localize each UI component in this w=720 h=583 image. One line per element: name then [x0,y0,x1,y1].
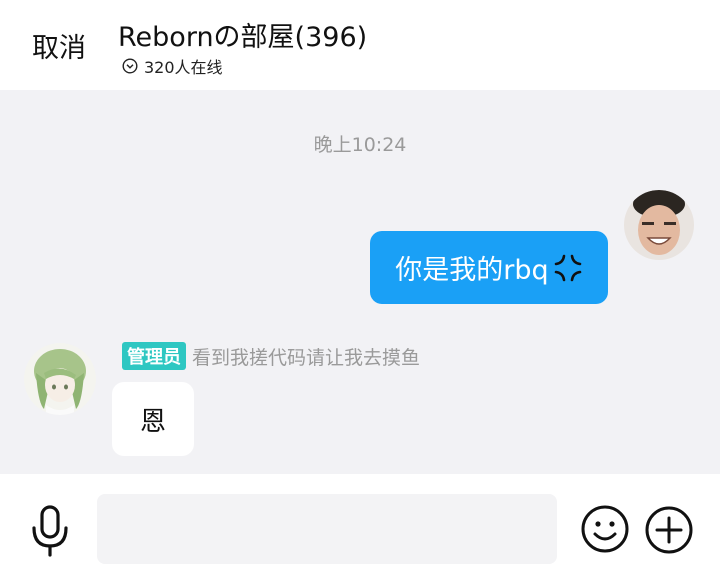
smiley-icon[interactable] [580,504,630,554]
online-count[interactable]: 320人在线 [122,54,223,78]
plus-icon[interactable] [644,505,694,555]
member-message-bubble[interactable]: 恩 [112,382,194,456]
message-timestamp: 晚上10:24 [313,134,407,156]
online-count-label: 320人在线 [144,58,223,77]
my-message-bubble[interactable]: 你是我的rbq [370,231,608,304]
chat-area[interactable]: 晚上10:24 你是我的rbq 管理员 看到我搓代码请让我去摸鱼 恩 [0,90,720,474]
member-avatar[interactable] [24,343,96,415]
member-info-row: 管理员 看到我搓代码请让我去摸鱼 [122,342,420,370]
chevron-down-circle-icon [122,58,138,74]
room-title: Rebornの部屋(396) [118,22,368,53]
message-input[interactable] [97,494,557,564]
member-message-text: 恩 [139,406,166,437]
cancel-button[interactable]: 取消 [32,26,86,65]
chat-header: 取消 Rebornの部屋(396) 320人在线 [0,0,720,90]
anger-icon [554,254,581,281]
my-message-text: 你是我的rbq [395,255,549,286]
input-bar [0,474,720,583]
member-title: 看到我搓代码请让我去摸鱼 [192,346,421,369]
microphone-icon[interactable] [28,504,72,558]
admin-badge: 管理员 [122,342,186,370]
my-avatar[interactable] [624,190,694,260]
